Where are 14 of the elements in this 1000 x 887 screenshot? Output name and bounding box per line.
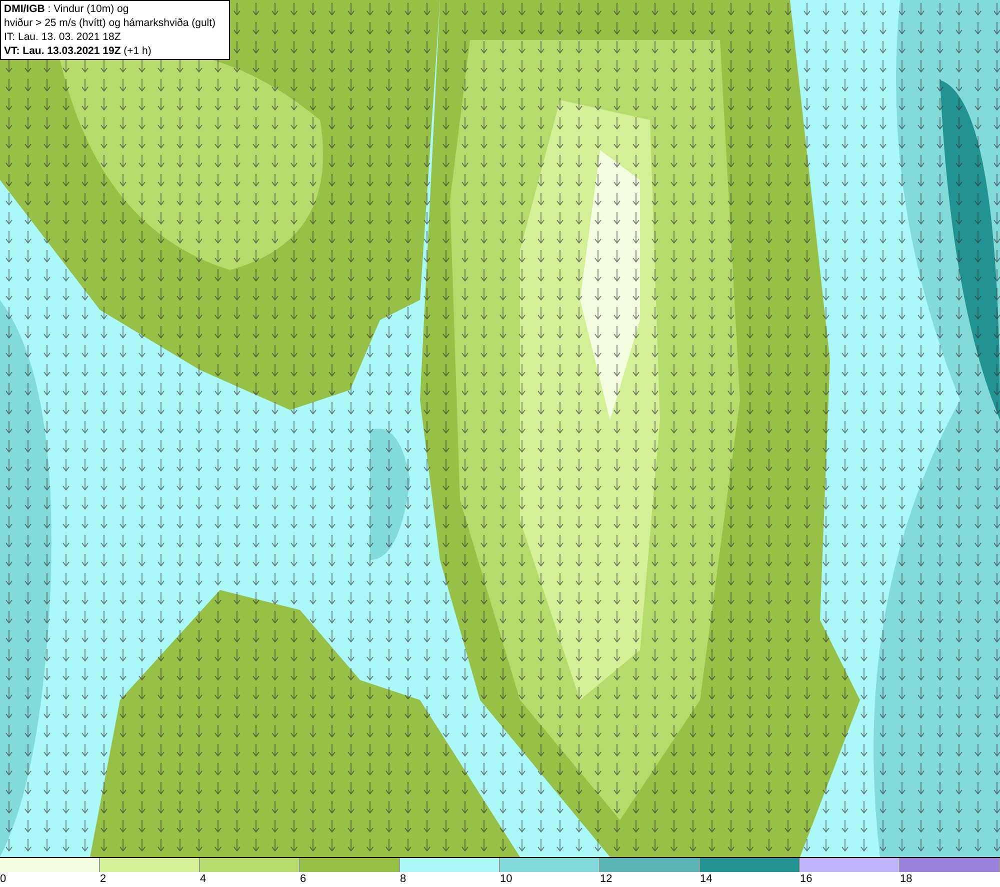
legend-label: 18 (900, 872, 914, 887)
legend-label: 0 (0, 872, 8, 887)
legend-label: 10 (500, 872, 514, 887)
legend-label: 12 (600, 872, 614, 887)
legend-label: 14 (700, 872, 714, 887)
caption-line: hviður > 25 m/s (hvítt) og hámarkshviða (gult) (4, 16, 217, 30)
caption-line: VT: Lau. 13.03.2021 19Z (+1 h) (4, 44, 152, 58)
legend-label: 4 (200, 872, 208, 887)
legend-label: 16 (800, 872, 814, 887)
legend-label: 2 (100, 872, 108, 887)
caption-line: DMI/IGB : Vindur (10m) og (4, 2, 130, 16)
caption-line: IT: Lau. 13. 03. 2021 18Z (4, 30, 122, 44)
legend-label: 6 (300, 872, 308, 887)
legend-label: 8 (400, 872, 408, 887)
